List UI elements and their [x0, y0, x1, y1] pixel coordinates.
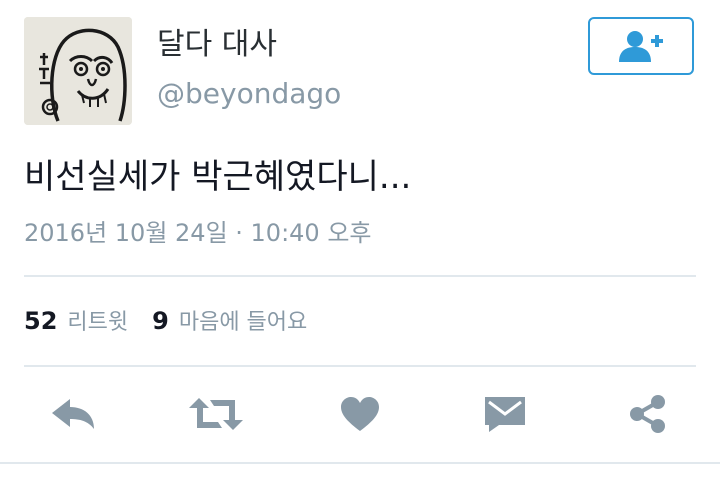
add-user-icon	[619, 31, 663, 62]
display-name[interactable]: 달다 대사	[157, 30, 277, 60]
tweet-timestamp: 2016년 10월 24일 · 10:40 오후	[24, 219, 372, 247]
direct-message-button[interactable]	[482, 392, 528, 436]
message-icon	[485, 397, 525, 432]
retweets-count[interactable]: 52	[24, 309, 57, 333]
likes-label[interactable]: 마음에 들어요	[179, 312, 307, 334]
retweet-icon	[189, 398, 243, 430]
likes-count[interactable]: 9	[152, 309, 169, 333]
tweet-stats: 52 리트윗 9 마음에 들어요	[24, 309, 307, 334]
like-button[interactable]	[338, 392, 382, 436]
share-icon	[630, 395, 665, 433]
reply-icon	[52, 399, 94, 429]
divider	[0, 462, 720, 464]
reply-button[interactable]	[48, 392, 98, 436]
user-handle[interactable]: @beyondago	[157, 80, 341, 108]
divider	[24, 365, 696, 367]
retweets-label[interactable]: 리트윗	[67, 312, 128, 334]
avatar[interactable]	[24, 17, 132, 125]
tweet-text: 비선실세가 박근혜였다니...	[24, 157, 412, 197]
retweet-button[interactable]	[188, 392, 244, 436]
heart-icon	[341, 397, 379, 431]
share-button[interactable]	[626, 392, 670, 436]
divider	[24, 275, 696, 277]
follow-button[interactable]	[588, 17, 694, 75]
daruma-avatar	[24, 17, 132, 125]
